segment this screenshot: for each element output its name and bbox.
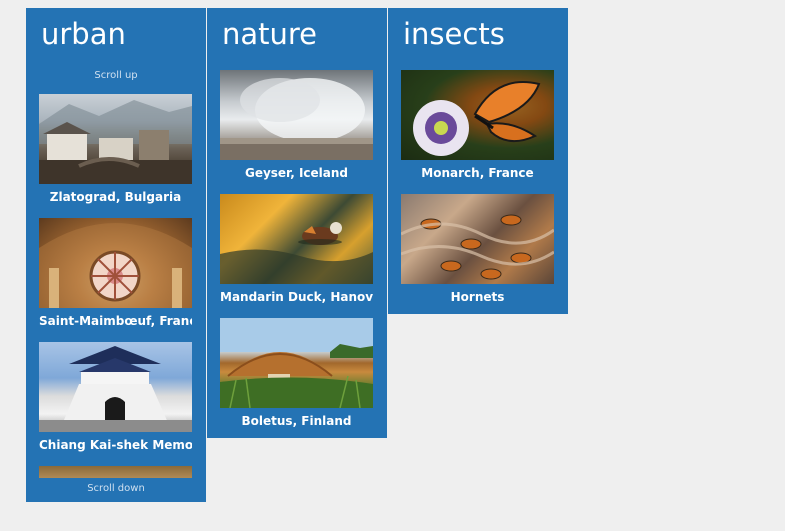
photo-zlatograd-art [39, 100, 192, 184]
column-insects: insects Monarch, France Hornets [388, 8, 568, 314]
photo-boletus [220, 318, 373, 408]
tile-caption: Geyser, Iceland [244, 166, 349, 180]
tile-geyser[interactable]: Geyser, Iceland [220, 70, 373, 181]
photo-partial [39, 466, 192, 478]
photo-hornets-art [401, 214, 554, 280]
column-title-urban: urban [41, 17, 126, 51]
tile-saint-maimboeuf[interactable]: Saint-Maimbœuf, France [39, 218, 192, 329]
photo-boletus-art [220, 318, 373, 408]
column-title-insects: insects [403, 17, 505, 51]
tile-hornets[interactable]: Hornets [401, 194, 554, 305]
photo-monarch-art [401, 70, 554, 160]
photo-mandarin-duck-art [220, 222, 373, 284]
tile-caption: Zlatograd, Bulgaria [49, 190, 182, 204]
photo-saint-maimboeuf-art [39, 223, 192, 308]
column-nature: nature Geyser, Iceland Mandarin Duck, Ha… [207, 8, 387, 438]
photo-zlatograd [39, 94, 192, 184]
tile-caption: Saint-Maimbœuf, France [39, 314, 192, 328]
scroll-up-button[interactable]: Scroll up [26, 70, 206, 81]
tile-partial[interactable] [39, 466, 192, 478]
tile-caption: Mandarin Duck, Hanover [220, 290, 373, 304]
photo-hornets [401, 194, 554, 284]
tile-chiang-kai-shek[interactable]: Chiang Kai-shek Memorial [39, 342, 192, 453]
photo-mandarin-duck [220, 194, 373, 284]
scroll-down-button[interactable]: Scroll down [26, 483, 206, 494]
photo-monarch [401, 70, 554, 160]
tile-caption: Boletus, Finland [241, 414, 352, 428]
photo-chiang-kai-shek [39, 342, 192, 432]
tile-zlatograd[interactable]: Zlatograd, Bulgaria [39, 94, 192, 205]
tile-caption: Monarch, France [421, 166, 534, 180]
tile-mandarin-duck[interactable]: Mandarin Duck, Hanover [220, 194, 373, 305]
tile-caption: Chiang Kai-shek Memorial [39, 438, 192, 452]
photo-geyser-art [220, 78, 373, 160]
column-urban: urban Scroll up Zlatograd, Bulgaria Sain… [26, 8, 206, 502]
tile-caption: Hornets [450, 290, 505, 304]
tile-boletus[interactable]: Boletus, Finland [220, 318, 373, 429]
photo-saint-maimboeuf [39, 218, 192, 308]
column-title-nature: nature [222, 17, 318, 51]
tile-monarch[interactable]: Monarch, France [401, 70, 554, 181]
photo-chiang-kai-shek-art [39, 346, 192, 432]
photo-geyser [220, 70, 373, 160]
